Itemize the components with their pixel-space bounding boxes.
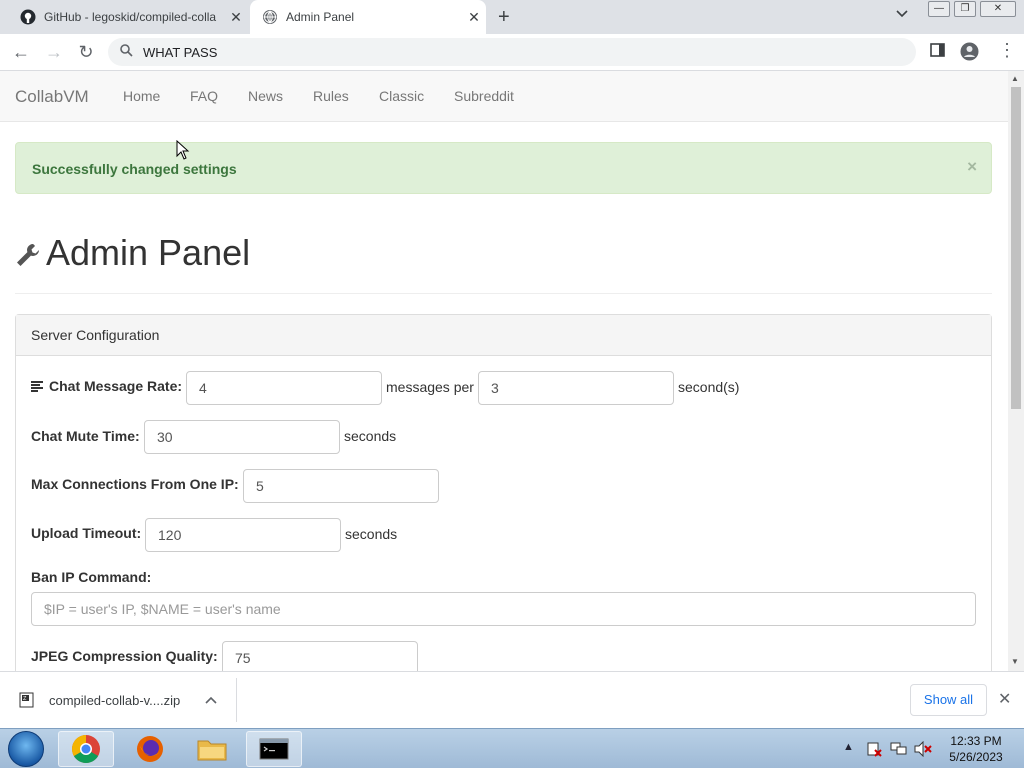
nav-subreddit[interactable]: Subreddit [454, 88, 514, 104]
seconds-unit-text: second(s) [678, 379, 740, 395]
firefox-taskbar-button[interactable] [122, 731, 178, 767]
forward-icon[interactable]: → [43, 42, 65, 63]
download-shelf: Z compiled-collab-v....zip Show all ✕ [0, 671, 1024, 728]
tab-strip: GitHub - legoskid/compiled-colla ✕ Admin… [0, 0, 1024, 34]
volume-muted-icon[interactable] [914, 741, 932, 757]
tray-expand-icon[interactable]: ▲ [843, 741, 854, 753]
close-tab-icon[interactable]: ✕ [462, 9, 486, 26]
side-panel-icon[interactable] [930, 43, 945, 62]
site-brand[interactable]: CollabVM [15, 87, 89, 107]
minimize-icon[interactable]: — [928, 1, 950, 17]
close-icon[interactable]: × [967, 157, 977, 177]
tab-github[interactable]: GitHub - legoskid/compiled-colla ✕ [8, 0, 248, 34]
globe-icon [263, 10, 277, 24]
site-navbar: CollabVM Home FAQ News Rules Classic Sub… [0, 71, 1008, 122]
ban-ip-command-input[interactable] [31, 592, 976, 626]
network-icon[interactable] [890, 741, 908, 757]
chat-rate-label-text: Chat Message Rate: [49, 378, 183, 394]
ban-ip-label: Ban IP Command: [31, 569, 152, 585]
jpeg-quality-label: JPEG Compression Quality: [31, 648, 218, 664]
chrome-taskbar-button[interactable] [58, 731, 114, 767]
close-tab-icon[interactable]: ✕ [224, 9, 248, 26]
action-center-icon[interactable] [866, 741, 882, 757]
download-filename: compiled-collab-v....zip [49, 692, 181, 708]
scroll-down-icon[interactable]: ▼ [1011, 657, 1019, 666]
nav-home[interactable]: Home [123, 88, 160, 104]
panel-heading: Server Configuration [16, 315, 991, 356]
profile-icon[interactable] [960, 42, 979, 66]
jpeg-quality-input[interactable] [222, 641, 418, 675]
cmd-taskbar-button[interactable] [246, 731, 302, 767]
page-title: Admin Panel [46, 232, 251, 273]
vertical-scrollbar[interactable]: ▲ ▼ [1008, 71, 1024, 671]
nav-rules[interactable]: Rules [313, 88, 349, 104]
scrollbar-thumb[interactable] [1011, 87, 1021, 409]
tab-title: Admin Panel [286, 10, 355, 24]
alert-message: Successfully changed settings [32, 161, 237, 177]
success-alert: Successfully changed settings × [15, 142, 992, 194]
chrome-icon [72, 735, 100, 763]
nav-classic[interactable]: Classic [379, 88, 424, 104]
tab-admin-panel[interactable]: Admin Panel ✕ [250, 0, 486, 34]
mute-time-unit: seconds [344, 428, 397, 444]
upload-timeout-input[interactable] [145, 518, 341, 552]
nav-faq[interactable]: FAQ [190, 88, 218, 104]
wrench-icon [17, 244, 39, 266]
max-connections-input[interactable] [243, 469, 439, 503]
show-all-button[interactable]: Show all [910, 684, 987, 716]
new-tab-icon[interactable]: + [498, 6, 510, 29]
chat-rate-label: Chat Message Rate: [31, 378, 182, 394]
reload-icon[interactable]: ↻ [75, 42, 97, 63]
zip-file-icon: Z [19, 692, 34, 708]
scroll-up-icon[interactable]: ▲ [1011, 74, 1019, 83]
mute-time-input[interactable] [144, 420, 340, 454]
github-icon [20, 9, 36, 25]
messages-per-text: messages per [386, 379, 474, 395]
divider [236, 678, 237, 722]
firefox-icon [137, 736, 163, 762]
max-connections-label: Max Connections From One IP: [31, 476, 239, 492]
download-item[interactable]: Z compiled-collab-v....zip [19, 692, 180, 708]
nav-news[interactable]: News [248, 88, 283, 104]
close-window-icon[interactable]: ✕ [980, 1, 1016, 17]
chat-seconds-input[interactable] [478, 371, 674, 405]
tab-search-chevron-icon[interactable] [896, 7, 908, 21]
explorer-taskbar-button[interactable] [184, 731, 240, 767]
svg-text:Z: Z [23, 696, 27, 702]
page-header: Admin Panel [15, 232, 992, 294]
clock-date: 5/26/2023 [949, 750, 1003, 764]
close-icon[interactable]: ✕ [998, 689, 1011, 709]
clock-time: 12:33 PM [950, 734, 1002, 748]
address-bar[interactable]: WHAT PASS [108, 38, 916, 66]
address-text: WHAT PASS [143, 44, 218, 60]
folder-icon [197, 740, 227, 761]
taskbar-clock[interactable]: 12:33 PM 5/26/2023 [938, 733, 1014, 765]
tab-title: GitHub - legoskid/compiled-colla [44, 10, 217, 24]
mute-time-label: Chat Mute Time: [31, 428, 140, 444]
chat-messages-input[interactable] [186, 371, 382, 405]
search-icon [120, 44, 133, 60]
mouse-cursor-icon [176, 140, 190, 160]
back-icon[interactable]: ← [10, 42, 32, 63]
chevron-up-icon[interactable] [205, 692, 217, 707]
restore-icon[interactable]: ❐ [954, 1, 976, 17]
upload-timeout-label: Upload Timeout: [31, 525, 142, 541]
start-button[interactable] [8, 731, 44, 767]
list-icon [31, 381, 43, 392]
upload-timeout-unit: seconds [345, 526, 398, 542]
menu-icon[interactable]: ⋮ [998, 40, 1016, 61]
windows-taskbar: ▲ 12:33 PM 5/26/2023 [0, 728, 1024, 768]
terminal-icon [259, 738, 289, 760]
browser-toolbar: ← → ↻ WHAT PASS ⋮ [0, 34, 1024, 71]
